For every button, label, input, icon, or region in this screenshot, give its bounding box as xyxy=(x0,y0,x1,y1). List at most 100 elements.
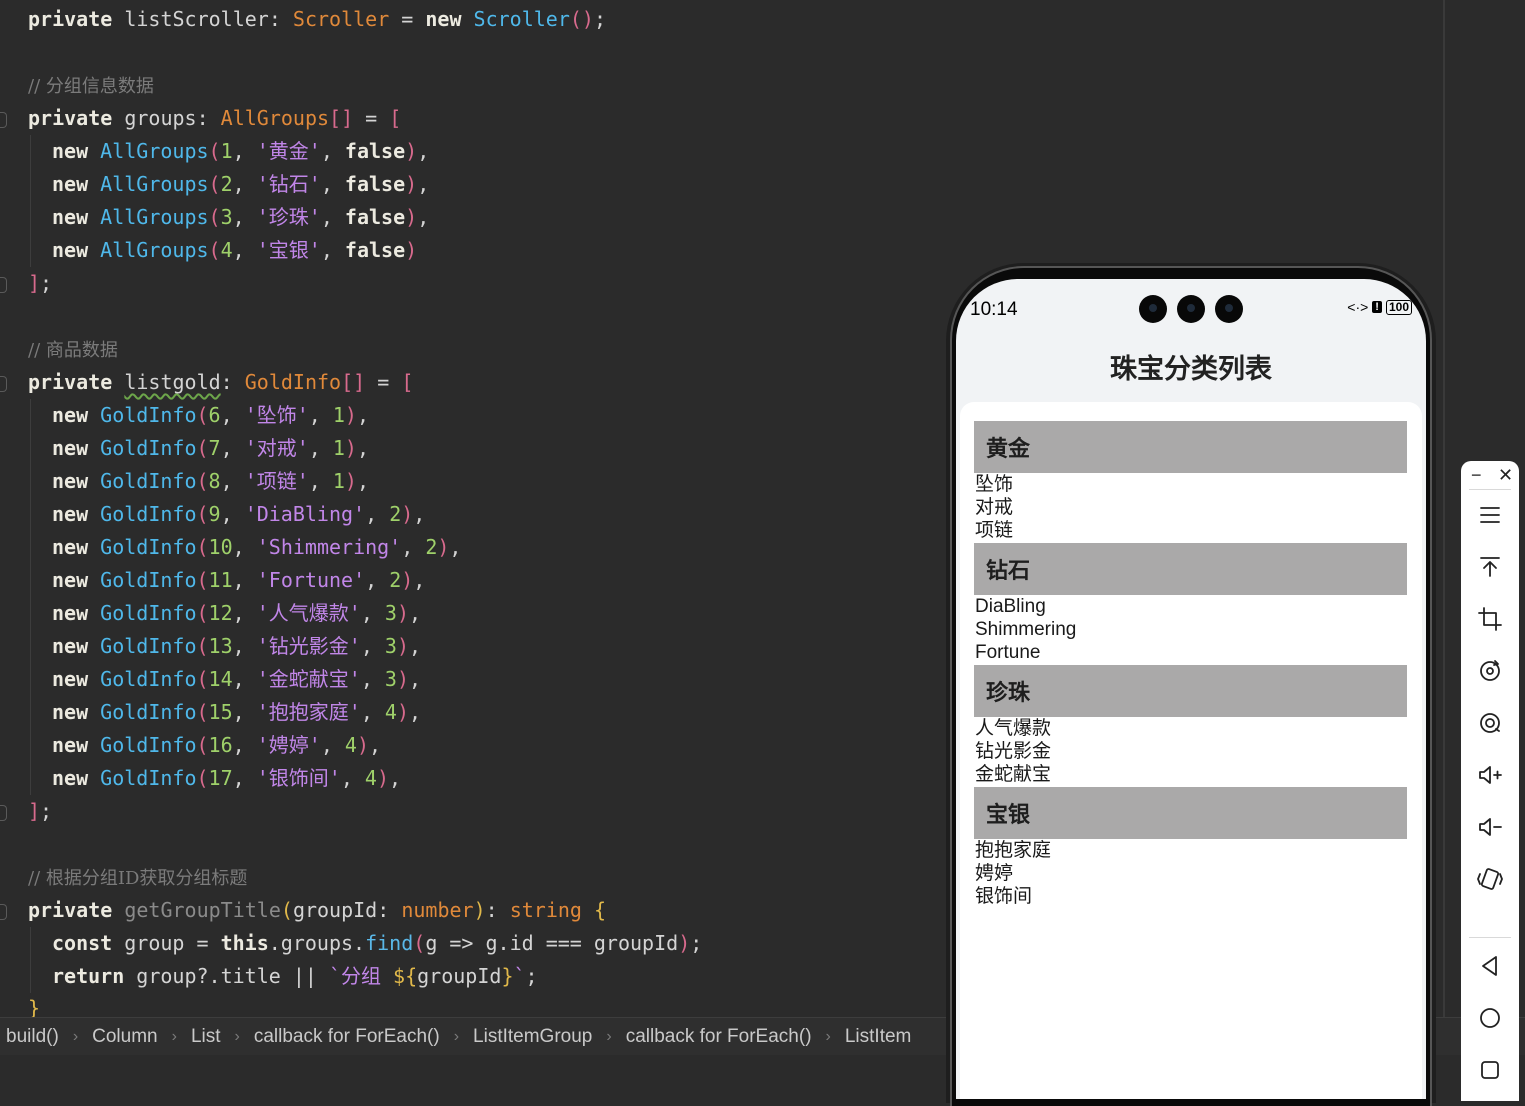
code-token: new xyxy=(52,535,89,559)
code-line[interactable]: private groups: AllGroups[] = [ xyxy=(28,102,401,135)
close-button[interactable]: ✕ xyxy=(1498,465,1513,486)
code-line[interactable]: new GoldInfo(11, 'Fortune', 2), xyxy=(52,564,425,597)
code-token: 商品数据 xyxy=(45,340,118,361)
code-line[interactable]: new AllGroups(1, '黄金', false), xyxy=(52,135,429,168)
code-line[interactable]: // 根据分组ID获取分组标题 xyxy=(28,861,247,894)
code-line[interactable]: // 分组信息数据 xyxy=(28,69,154,102)
page-title: 珠宝分类列表 xyxy=(1110,354,1272,384)
code-line[interactable]: private getGroupTitle(groupId: number): … xyxy=(28,894,606,927)
code-line[interactable]: new GoldInfo(8, '项链', 1), xyxy=(52,465,369,498)
code-line[interactable]: new GoldInfo(9, 'DiaBling', 2), xyxy=(52,498,425,531)
group-header[interactable]: 钻石 xyxy=(974,543,1407,595)
menu-icon[interactable] xyxy=(1475,500,1505,530)
home-icon[interactable] xyxy=(1475,1003,1505,1033)
code-line[interactable]: new GoldInfo(10, 'Shimmering', 2), xyxy=(52,531,461,564)
code-token: [ xyxy=(401,370,414,394)
code-line[interactable]: new GoldInfo(12, '人气爆款', 3), xyxy=(52,597,421,630)
code-token: AllGroups xyxy=(100,172,209,196)
code-line[interactable]: const group = this.groups.find(g => g.id… xyxy=(52,927,702,960)
code-token: } xyxy=(501,964,514,988)
list-item[interactable]: 项链 xyxy=(974,519,1407,542)
code-token: // xyxy=(28,340,46,361)
back-icon[interactable] xyxy=(1475,951,1505,981)
indent-guide xyxy=(30,135,31,267)
code-token: , xyxy=(389,766,402,790)
breadcrumb-item[interactable]: ListItem xyxy=(839,1026,918,1048)
code-line[interactable]: new AllGroups(2, '钻石', false), xyxy=(52,168,429,201)
code-token: , xyxy=(369,733,382,757)
code-line[interactable]: ]; xyxy=(28,795,52,828)
code-token: new xyxy=(52,601,89,625)
code-line[interactable]: private listgold: GoldInfo[] = [ xyxy=(28,366,413,399)
code-token: 12 xyxy=(208,601,233,625)
code-token: new xyxy=(52,667,89,691)
list-item[interactable]: Fortune xyxy=(974,641,1407,664)
code-line[interactable]: new GoldInfo(17, '银饰间', 4), xyxy=(52,762,401,795)
screenshot-icon[interactable] xyxy=(1475,708,1505,738)
code-token: GoldInfo xyxy=(100,634,197,658)
code-token: ) xyxy=(405,205,418,229)
fold-marker-icon[interactable] xyxy=(0,112,7,128)
code-line[interactable]: new GoldInfo(13, '钻光影金', 3), xyxy=(52,630,421,663)
list-item[interactable]: 抱抱家庭 xyxy=(974,839,1407,862)
code-line[interactable]: private listScroller: Scroller = new Scr… xyxy=(28,3,606,36)
code-line[interactable]: new GoldInfo(6, '坠饰', 1), xyxy=(52,399,369,432)
group-header[interactable]: 黄金 xyxy=(974,421,1407,473)
list-item[interactable]: 人气爆款 xyxy=(974,717,1407,740)
code-token: return xyxy=(52,964,125,988)
recents-icon[interactable] xyxy=(1475,1055,1505,1085)
toolbar-divider xyxy=(1469,937,1511,938)
shake-icon[interactable] xyxy=(1475,864,1505,894)
code-line[interactable]: ]; xyxy=(28,267,52,300)
minimize-button[interactable]: − xyxy=(1471,465,1482,486)
code-line[interactable]: // 商品数据 xyxy=(28,333,118,366)
fold-marker-icon[interactable] xyxy=(0,376,7,392)
list-item[interactable]: 娉婷 xyxy=(974,862,1407,885)
code-token: private xyxy=(28,106,113,130)
code-token: new xyxy=(52,634,89,658)
breadcrumb-item[interactable]: build() xyxy=(0,1026,65,1048)
volume-down-icon[interactable] xyxy=(1475,812,1505,842)
code-token: ( xyxy=(196,436,209,460)
list-item[interactable]: 坠饰 xyxy=(974,473,1407,496)
rotate-icon[interactable] xyxy=(1475,656,1505,686)
breadcrumb-item[interactable]: callback for ForEach() xyxy=(248,1026,446,1048)
code-token: ( xyxy=(196,568,209,592)
list-item[interactable]: Shimmering xyxy=(974,618,1407,641)
list-item[interactable]: DiaBling xyxy=(974,595,1407,618)
code-line[interactable]: new AllGroups(4, '宝银', false) xyxy=(52,234,417,267)
code-token: 6 xyxy=(208,403,221,427)
phone-screen[interactable]: 10:14 <·> ! 100 珠宝分类列表 黄金 坠饰 对戒 项链 钻石 DiaBlin… xyxy=(956,279,1426,1099)
breadcrumb-item[interactable]: List xyxy=(185,1026,227,1048)
crop-icon[interactable] xyxy=(1475,604,1505,634)
breadcrumb-item[interactable]: Column xyxy=(86,1026,163,1048)
code-token: 16 xyxy=(208,733,233,757)
group-header[interactable]: 珍珠 xyxy=(974,665,1407,717)
code-token: , xyxy=(413,502,426,526)
code-token: Scroller xyxy=(292,7,390,31)
code-line[interactable]: return group?.title || `分组 ${groupId}`; xyxy=(52,960,538,993)
code-line[interactable]: new GoldInfo(15, '抱抱家庭', 4), xyxy=(52,696,421,729)
jewelry-list[interactable]: 黄金 坠饰 对戒 项链 钻石 DiaBling Shimmering Fortune 珍珠 人气爆… xyxy=(960,402,1422,1099)
code-line[interactable]: new GoldInfo(16, '娉婷', 4), xyxy=(52,729,381,762)
breadcrumb-item[interactable]: ListItemGroup xyxy=(467,1026,598,1048)
pin-top-icon[interactable] xyxy=(1475,552,1505,582)
group-header[interactable]: 宝银 xyxy=(974,787,1407,839)
code-line[interactable]: new GoldInfo(7, '对戒', 1), xyxy=(52,432,369,465)
volume-up-icon[interactable] xyxy=(1475,760,1505,790)
code-token: ) xyxy=(405,172,418,196)
code-token: 3 xyxy=(384,667,397,691)
list-item[interactable]: 银饰间 xyxy=(974,885,1407,908)
code-line[interactable]: new GoldInfo(14, '金蛇献宝', 3), xyxy=(52,663,421,696)
list-item[interactable]: 钻光影金 xyxy=(974,740,1407,763)
fold-marker-icon[interactable] xyxy=(0,277,7,293)
list-item[interactable]: 金蛇献宝 xyxy=(974,763,1407,786)
breadcrumb-item[interactable]: callback for ForEach() xyxy=(620,1026,818,1048)
code-token: ] xyxy=(28,271,41,295)
code-line[interactable]: new AllGroups(3, '珍珠', false), xyxy=(52,201,429,234)
list-item[interactable]: 对戒 xyxy=(974,496,1407,519)
fold-marker-icon[interactable] xyxy=(0,904,7,920)
fold-marker-icon[interactable] xyxy=(0,805,7,821)
